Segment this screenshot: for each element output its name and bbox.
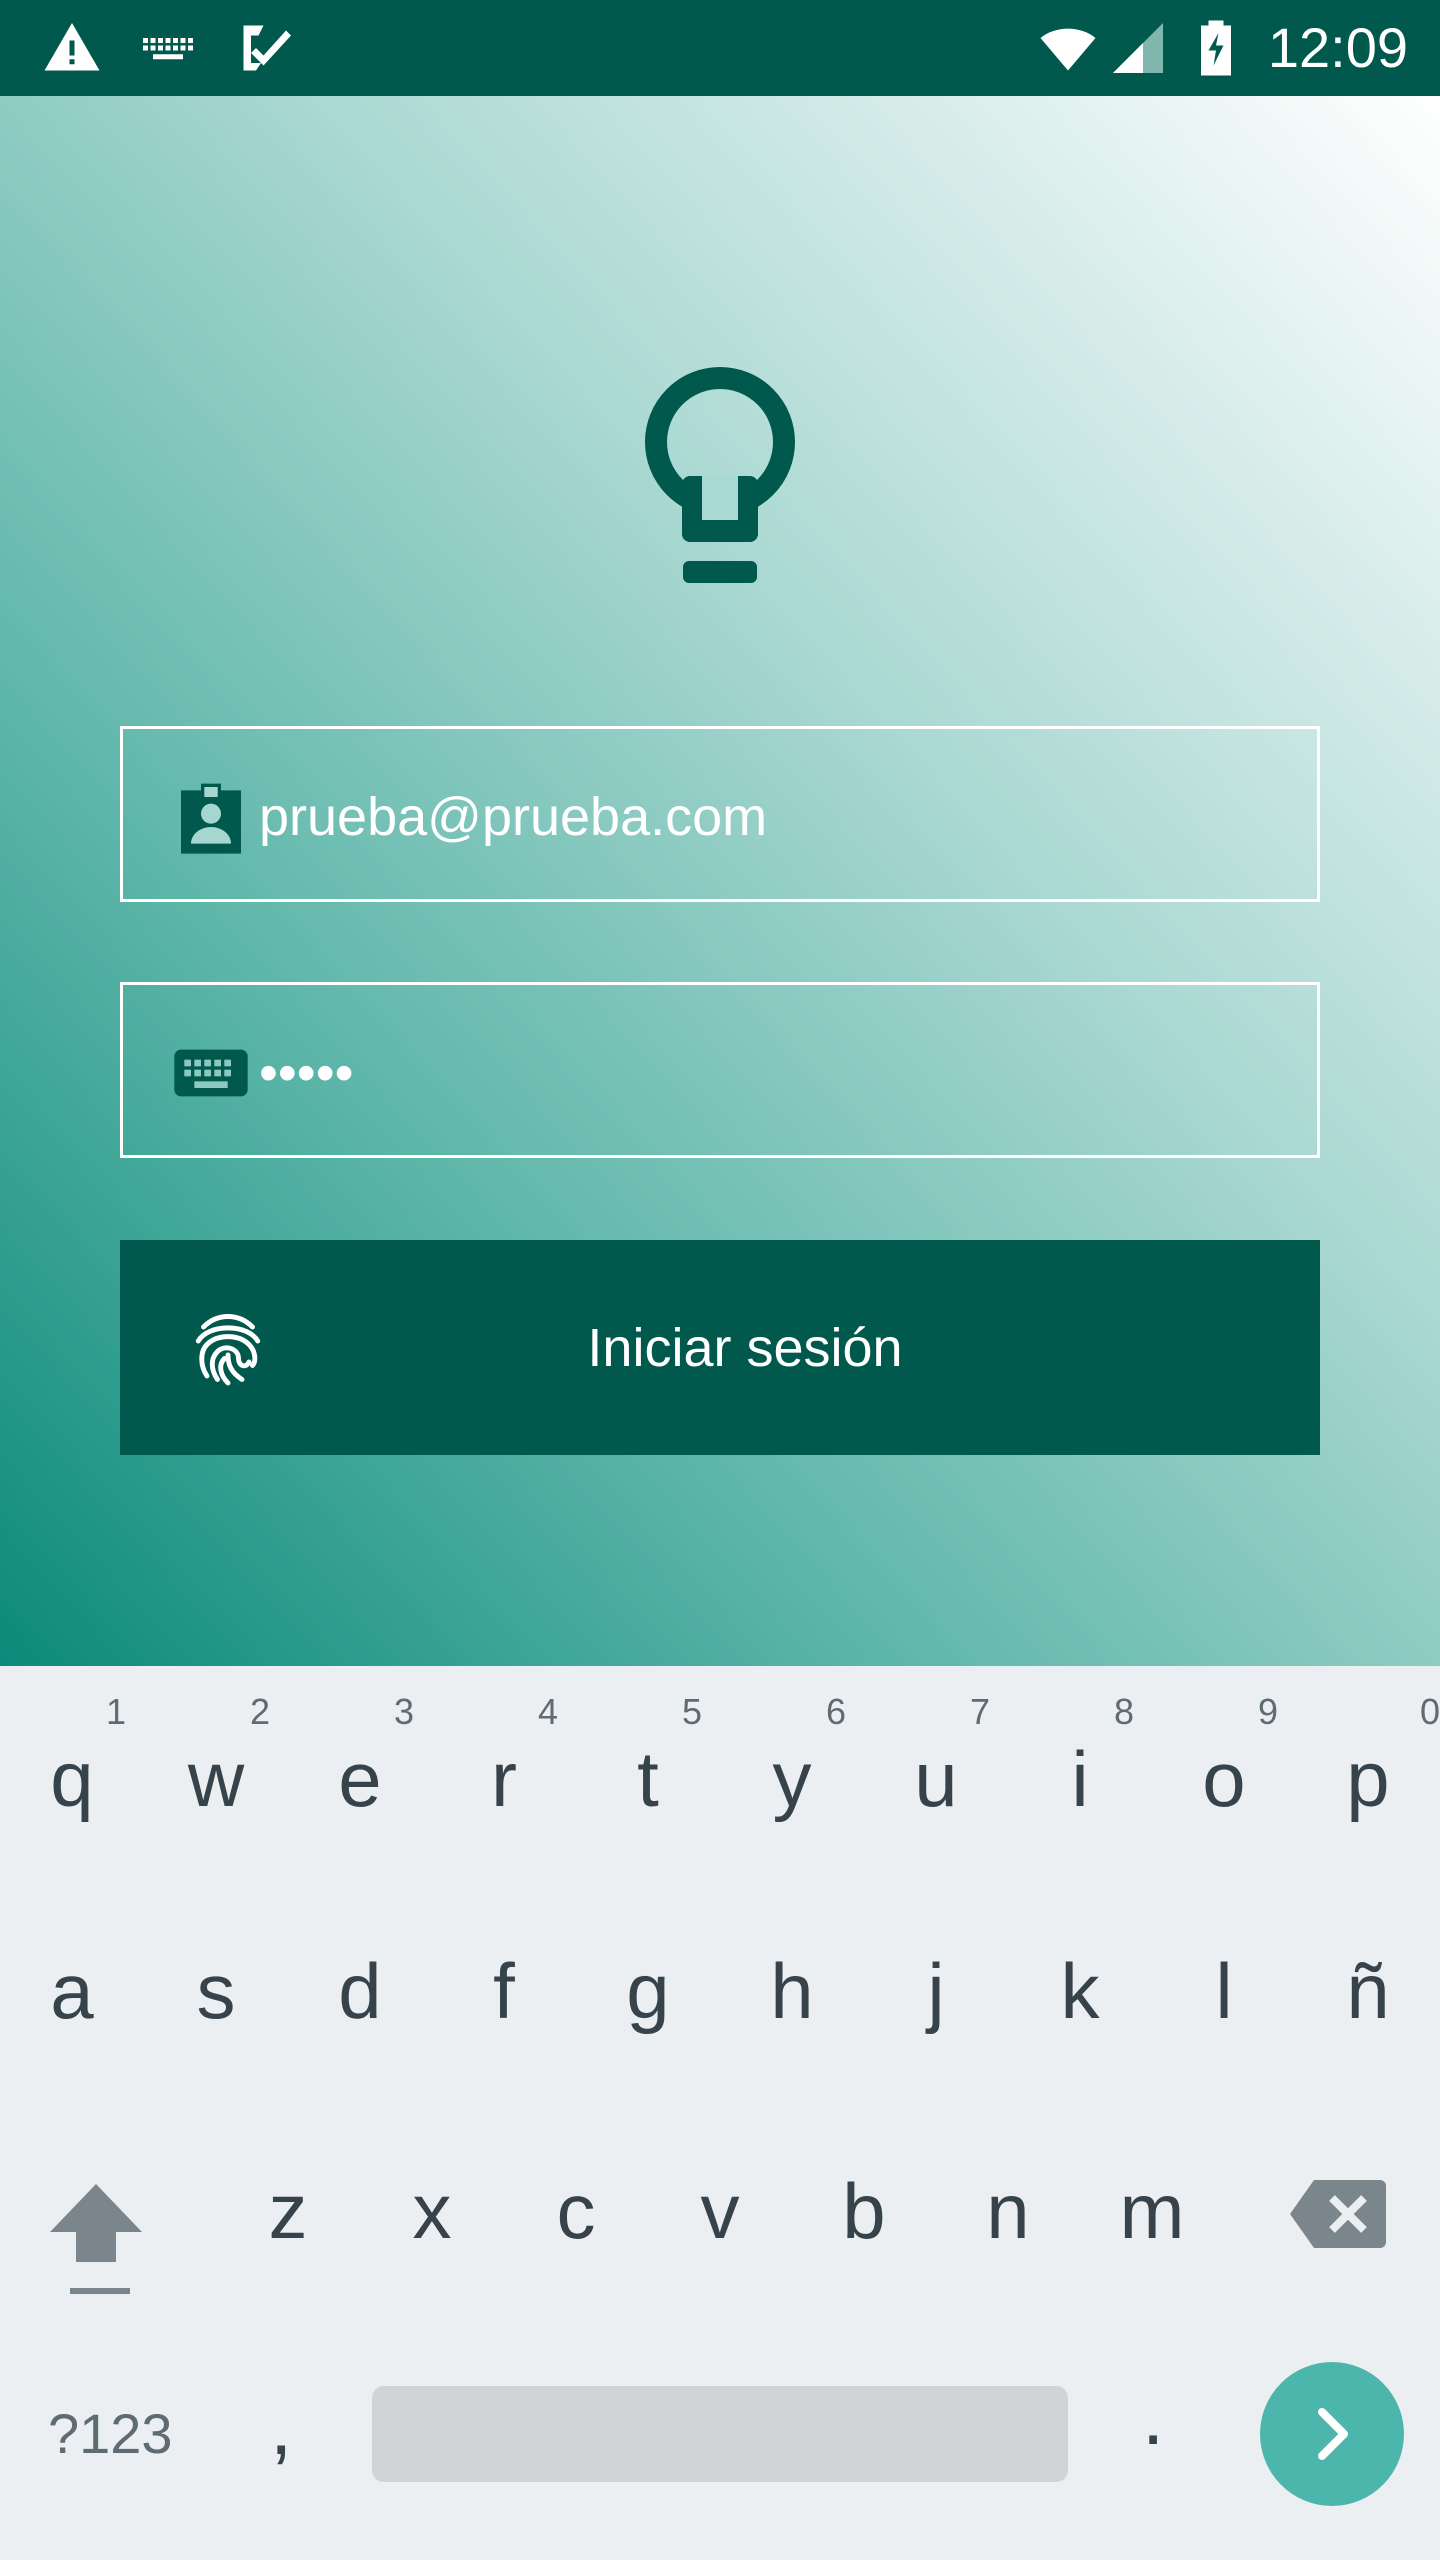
backspace-icon bbox=[1290, 2180, 1386, 2248]
key-k[interactable]: k bbox=[1008, 1886, 1152, 2086]
key-d[interactable]: d bbox=[288, 1886, 432, 2086]
key-w[interactable]: 2w bbox=[144, 1666, 288, 1866]
key-p[interactable]: 0p bbox=[1296, 1666, 1440, 1866]
key-a[interactable]: a bbox=[0, 1886, 144, 2086]
key-r[interactable]: 4r bbox=[432, 1666, 576, 1866]
signal-icon bbox=[1113, 23, 1163, 73]
key-u[interactable]: 7u bbox=[864, 1666, 1008, 1866]
comma-key[interactable]: , bbox=[270, 2382, 292, 2472]
keyboard-icon bbox=[143, 38, 193, 60]
soft-keyboard: 1q 2w 3e 4r 5t 6y 7u 8i 9o 0p a s d f g … bbox=[0, 1666, 1440, 2560]
login-screen: prueba@prueba.com ••••• Iniciar sesión bbox=[0, 96, 1440, 1666]
space-bar[interactable] bbox=[372, 2386, 1068, 2482]
key-i[interactable]: 8i bbox=[1008, 1666, 1152, 1866]
shift-icon bbox=[50, 2184, 142, 2294]
key-l[interactable]: l bbox=[1152, 1886, 1296, 2086]
key-y[interactable]: 6y bbox=[720, 1666, 864, 1866]
key-q[interactable]: 1q bbox=[0, 1666, 144, 1866]
key-n[interactable]: n bbox=[936, 2106, 1080, 2306]
keyboard-icon bbox=[174, 1049, 248, 1097]
symbols-key[interactable]: ?123 bbox=[48, 2402, 173, 2466]
key-b[interactable]: b bbox=[792, 2106, 936, 2306]
key-f[interactable]: f bbox=[432, 1886, 576, 2086]
key-o[interactable]: 9o bbox=[1152, 1666, 1296, 1866]
email-value: prueba@prueba.com bbox=[259, 787, 768, 847]
period-key[interactable]: . bbox=[1142, 2372, 1164, 2462]
key-c[interactable]: c bbox=[504, 2106, 648, 2306]
email-field[interactable]: prueba@prueba.com bbox=[120, 726, 1320, 902]
login-button[interactable]: Iniciar sesión bbox=[120, 1240, 1320, 1455]
password-field[interactable]: ••••• bbox=[120, 982, 1320, 1158]
contact-badge-icon bbox=[181, 783, 241, 854]
status-bar: 12:09 bbox=[0, 0, 1440, 96]
backspace-key[interactable] bbox=[1288, 2176, 1388, 2252]
enter-key[interactable] bbox=[1260, 2362, 1404, 2506]
key-j[interactable]: j bbox=[864, 1886, 1008, 2086]
password-value: ••••• bbox=[259, 1043, 354, 1103]
key-v[interactable]: v bbox=[648, 2106, 792, 2306]
key-t[interactable]: 5t bbox=[576, 1666, 720, 1866]
key-m[interactable]: m bbox=[1080, 2106, 1224, 2306]
key-z[interactable]: z bbox=[216, 2106, 360, 2306]
key-s[interactable]: s bbox=[144, 1886, 288, 2086]
status-time: 12:09 bbox=[1267, 16, 1408, 79]
key-x[interactable]: x bbox=[360, 2106, 504, 2306]
key-h[interactable]: h bbox=[720, 1886, 864, 2086]
lightbulb-icon bbox=[645, 367, 795, 583]
check-app-icon bbox=[243, 25, 291, 71]
key-e[interactable]: 3e bbox=[288, 1666, 432, 1866]
shift-key[interactable] bbox=[36, 2174, 156, 2304]
wifi-icon bbox=[1040, 28, 1096, 71]
battery-charging-icon bbox=[1201, 20, 1231, 76]
chevron-right-icon bbox=[1318, 2408, 1348, 2460]
key-g[interactable]: g bbox=[576, 1886, 720, 2086]
login-button-label: Iniciar sesión bbox=[587, 1318, 903, 1378]
warning-icon bbox=[44, 23, 100, 71]
key-enye[interactable]: ñ bbox=[1296, 1886, 1440, 2086]
